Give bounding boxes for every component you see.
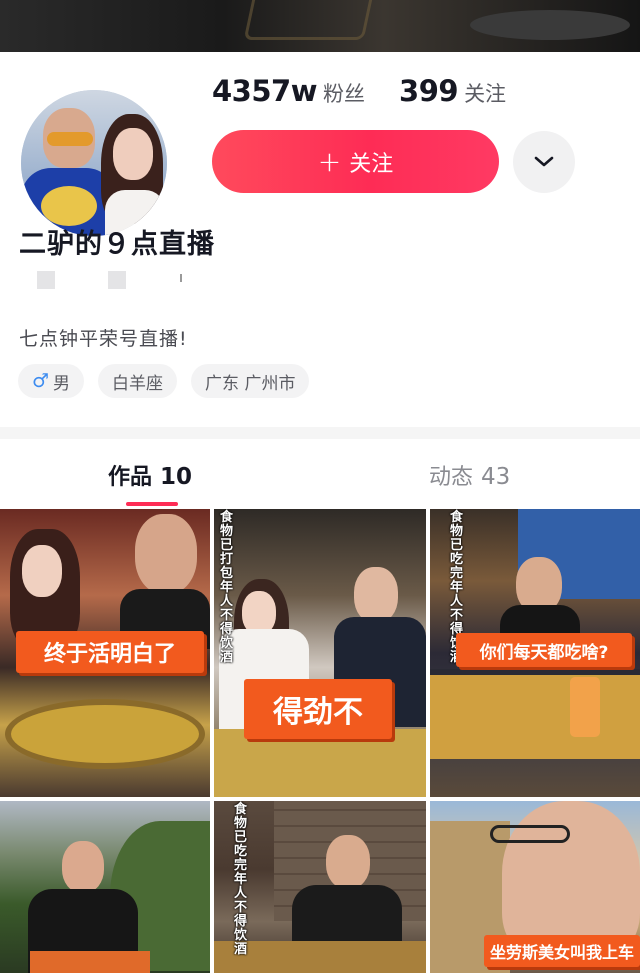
gender-tag: ♂ 男: [18, 364, 85, 398]
profile-card: 4357w 粉丝 399 关注 + 关注 二驴的９点直播 七点钟平荣号直播! ♂…: [0, 52, 640, 427]
tab-works-label: 作品: [108, 465, 153, 490]
tab-activity[interactable]: 动态 43: [429, 459, 510, 491]
profile-signature: 七点钟平荣号直播!: [19, 328, 188, 350]
nickname: 二驴的９点直播: [19, 229, 215, 260]
blurred-id: [108, 271, 126, 289]
profile-banner: [0, 0, 640, 60]
following-count[interactable]: 399: [399, 74, 459, 108]
profile-stats: 4357w 粉丝 399 关注: [212, 74, 506, 114]
location-label: 广东 广州市: [205, 373, 296, 394]
follow-button[interactable]: + 关注: [212, 130, 499, 193]
video-thumbnail[interactable]: [0, 801, 210, 973]
chevron-down-icon: [534, 156, 554, 167]
avatar[interactable]: [18, 87, 170, 239]
banner-decoration: [470, 10, 630, 40]
male-icon: ♂: [32, 370, 50, 392]
video-caption: 得劲不: [244, 679, 392, 739]
video-grid: 终于活明白了 食物已打包年人不得饮酒 得劲不 食物已吃完年人不得饮酒 你们每天都…: [0, 509, 640, 973]
plus-icon: +: [317, 144, 342, 178]
video-side-text: 食物已吃完年人不得饮酒: [234, 802, 248, 957]
followers-count[interactable]: 4357w: [212, 74, 318, 108]
profile-tags: ♂ 男 白羊座 广东 广州市: [18, 364, 310, 398]
video-caption: 终于活明白了: [16, 631, 204, 673]
followers-label[interactable]: 粉丝: [323, 78, 365, 108]
banner-decoration: [243, 0, 377, 40]
follow-button-label: 关注: [349, 151, 394, 177]
tab-activity-label: 动态: [429, 465, 474, 490]
tab-works-count: 10: [160, 464, 193, 490]
tab-works[interactable]: 作品 10: [108, 459, 192, 491]
video-thumbnail[interactable]: 食物已打包年人不得饮酒 得劲不: [214, 509, 426, 797]
zodiac-tag: 白羊座: [98, 364, 178, 398]
blurred-id: [180, 274, 182, 282]
section-divider: [0, 427, 640, 439]
video-caption: 你们每天都吃啥?: [456, 633, 632, 667]
video-thumbnail[interactable]: 食物已吃完年人不得饮酒: [214, 801, 426, 973]
video-thumbnail[interactable]: 终于活明白了: [0, 509, 210, 797]
following-label[interactable]: 关注: [464, 78, 506, 108]
more-options-button[interactable]: [513, 131, 575, 193]
gender-label: 男: [53, 373, 71, 394]
zodiac-label: 白羊座: [112, 373, 164, 394]
tab-activity-count: 43: [481, 464, 511, 490]
video-thumbnail[interactable]: 坐劳斯美女叫我上车: [430, 801, 640, 973]
content-tabs: 作品 10 动态 43: [0, 439, 640, 509]
location-tag: 广东 广州市: [191, 364, 310, 398]
active-tab-indicator: [126, 502, 178, 506]
video-thumbnail[interactable]: 食物已吃完年人不得饮酒 你们每天都吃啥?: [430, 509, 640, 797]
video-side-text: 食物已打包年人不得饮酒: [220, 510, 234, 665]
video-caption: 坐劳斯美女叫我上车: [484, 935, 640, 967]
blurred-id: [37, 271, 55, 289]
